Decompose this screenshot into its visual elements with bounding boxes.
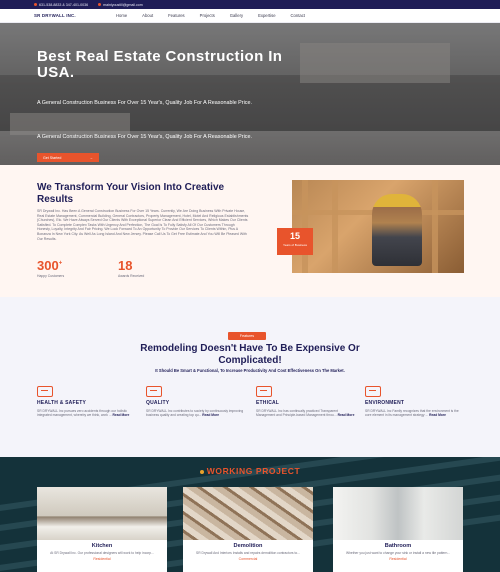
project-desc: SR Drywall And Interiors Installs and re… <box>196 551 300 555</box>
project-name: Bathroom <box>384 543 412 549</box>
feature-title: ETHICAL <box>256 400 280 406</box>
about-paragraph: SR Drywall Inc. Has Been A General Const… <box>37 209 249 241</box>
project-tag: Residential <box>389 557 407 562</box>
feature-card-health-safety: HEALTH & SAFETY SR DRYWALL Inc pursues z… <box>37 386 137 418</box>
leaf-icon <box>365 386 381 397</box>
feature-card-quality: QUALITY SR DRYWALL Inc contributes to so… <box>146 386 246 418</box>
phone-number: 631-538-8833 & 347-401-0036 <box>39 2 89 7</box>
feature-title: HEALTH & SAFETY <box>37 400 87 406</box>
feature-text: SR DRYWALL Inc contributes to society by… <box>146 409 244 418</box>
project-card-kitchen[interactable]: Kitchen At SR Drywall Inc. Our professio… <box>37 487 167 572</box>
top-contact-bar: 631-538-8833 & 347-401-0036 mainlyoustll… <box>0 0 500 9</box>
project-name: Kitchen <box>91 543 113 549</box>
demolition-image <box>183 487 313 540</box>
hero-subtitle: A General Construction Business For Over… <box>37 100 252 106</box>
email-item[interactable]: mainlyoustlll@gmail.com <box>98 3 143 7</box>
hero-title: Best Real Estate Construction In USA. <box>37 48 283 81</box>
about-section: We Transform Your Vision Into Creative R… <box>0 165 500 297</box>
about-title: We Transform Your Vision Into Creative R… <box>37 182 225 205</box>
nav-item-features[interactable]: Features <box>168 13 185 18</box>
nav-item-expertise[interactable]: Expertise <box>258 13 275 18</box>
read-more-link[interactable]: Read More <box>338 413 355 417</box>
years-number: 15 <box>289 231 300 241</box>
project-card-bathroom[interactable]: Bathroom Whether you just want to change… <box>333 487 463 572</box>
years-label: Years of Business <box>283 243 307 247</box>
phone-item[interactable]: 631-538-8833 & 347-401-0036 <box>34 3 88 7</box>
features-subtitle: It Should Be Smart & Functional, To Incr… <box>155 368 345 373</box>
get-started-label: Get Started <box>43 155 62 160</box>
feature-text: SR DRYWALL Inc Family recognizes that th… <box>365 409 459 418</box>
handshake-icon <box>256 386 272 397</box>
bathroom-image <box>333 487 463 540</box>
medal-icon <box>146 386 162 397</box>
feature-text: SR DRYWALL Inc pursues zero accidents th… <box>37 409 130 418</box>
project-desc: Whether you just want to change your sin… <box>345 551 451 555</box>
stat-value: 18 <box>118 258 133 273</box>
stat-happy-customers: 300+ Happy Customers <box>37 258 64 278</box>
phone-icon <box>34 3 37 6</box>
stat-value: 300+ <box>37 258 63 273</box>
nav-item-projects[interactable]: Projects <box>200 13 215 18</box>
worker-figure <box>372 194 422 266</box>
feature-card-ethical: ETHICAL SR DRYWALL Inc has continually p… <box>256 386 356 418</box>
feature-text: SR DRYWALL Inc has continually practiced… <box>256 409 355 418</box>
projects-heading: WORKING PROJECT <box>170 466 330 476</box>
nav-menu: Home About Features Projects Gallery Exp… <box>116 13 305 18</box>
brand-logo[interactable]: SR DRYWALL INC. <box>34 13 116 18</box>
hero-overlay <box>0 23 500 165</box>
nav-item-home[interactable]: Home <box>116 13 127 18</box>
project-tag: Residential <box>93 557 111 562</box>
nav-item-gallery[interactable]: Gallery <box>230 13 243 18</box>
project-name: Demolition <box>233 543 263 549</box>
kitchen-image <box>37 487 167 540</box>
nav-item-about[interactable]: About <box>142 13 153 18</box>
hero-subtitle-repeat: A General Construction Business For Over… <box>37 134 252 140</box>
features-title: Remodeling Doesn't Have To Be Expensive … <box>140 343 360 366</box>
project-tag: Commercial <box>238 557 258 562</box>
nav-item-contact[interactable]: Contact <box>291 13 305 18</box>
get-started-button[interactable]: Get Started → <box>37 153 99 162</box>
feature-title: QUALITY <box>146 400 170 406</box>
mail-icon <box>98 3 102 6</box>
feature-card-environment: ENVIRONMENT SR DRYWALL Inc Family recogn… <box>365 386 465 418</box>
project-card-demolition[interactable]: Demolition SR Drywall And Interiors Inst… <box>183 487 313 572</box>
stat-label: Happy Customers <box>37 274 65 278</box>
read-more-link[interactable]: Read More <box>429 413 446 417</box>
read-more-link[interactable]: Read More <box>113 413 130 417</box>
years-badge: 15 Years of Business <box>277 228 313 255</box>
hard-hat-icon <box>37 386 53 397</box>
projects-section: WORKING PROJECT Kitchen At SR Drywall In… <box>0 457 500 572</box>
email-address: mainlyoustlll@gmail.com <box>103 2 143 7</box>
read-more-link[interactable]: Read More <box>202 413 219 417</box>
stat-label: Awards Received <box>118 274 145 278</box>
features-section: Features Remodeling Doesn't Have To Be E… <box>0 297 500 457</box>
hero-section: Best Real Estate Construction In USA. A … <box>0 23 500 165</box>
feature-title: ENVIRONMENT <box>365 400 405 406</box>
project-desc: At SR Drywall Inc. Our professional desi… <box>50 551 154 555</box>
about-worker-photo <box>292 180 464 273</box>
features-pill: Features <box>228 332 266 340</box>
arrow-right-icon: → <box>89 155 93 160</box>
sun-icon <box>199 469 204 474</box>
main-navigation: SR DRYWALL INC. Home About Features Proj… <box>0 9 500 23</box>
stat-awards: 18 Awards Received <box>118 258 144 278</box>
